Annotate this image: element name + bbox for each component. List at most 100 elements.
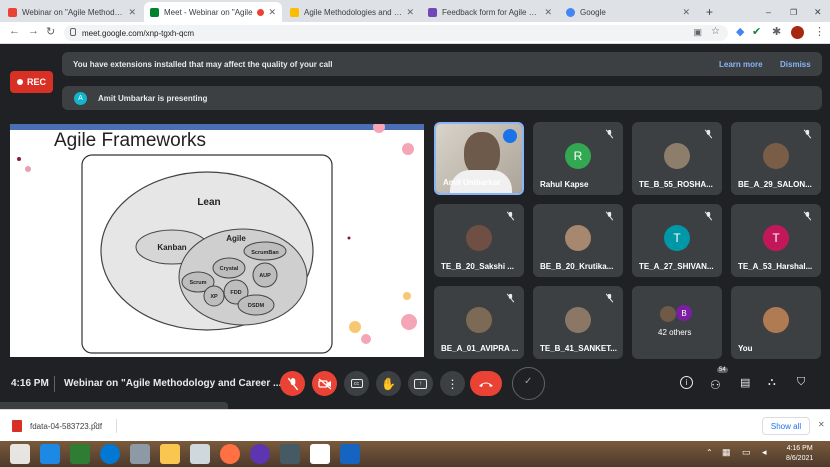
people-icon: ⚇: [710, 378, 721, 392]
mic-off-icon: [287, 377, 298, 390]
learn-more-link[interactable]: Learn more: [719, 60, 763, 69]
mic-off-icon: [803, 129, 812, 139]
close-icon[interactable]: ✕: [682, 7, 690, 18]
dsdm-label: DSDM: [248, 303, 265, 309]
scrum-label: Scrum: [189, 280, 206, 286]
people-button[interactable]: ⚇ 54: [710, 367, 728, 394]
close-icon[interactable]: ✕: [406, 7, 414, 18]
present-button[interactable]: ↑: [408, 371, 433, 396]
maximize-button[interactable]: ❐: [784, 2, 798, 22]
close-icon[interactable]: ✕: [818, 420, 825, 429]
puzzle-icon[interactable]: ✱: [772, 25, 781, 38]
star-icon[interactable]: ☆: [711, 26, 720, 37]
tab-drive[interactable]: Agile Methodologies and Care ✕: [284, 2, 420, 22]
start-icon[interactable]: [10, 444, 30, 464]
dismiss-button[interactable]: Dismiss: [780, 60, 811, 69]
eclipse-icon[interactable]: [250, 444, 270, 464]
host-controls-icon[interactable]: ⛉: [797, 376, 805, 389]
more-options-button[interactable]: ⋮: [440, 371, 465, 396]
participant-tile[interactable]: BE_A_01_AVIPRA ...: [434, 286, 524, 359]
mic-off-icon: [506, 293, 515, 303]
app-icon[interactable]: [280, 444, 300, 464]
reaction-button[interactable]: ✓: [512, 367, 545, 400]
url-field[interactable]: meet.google.com/xnp-tgxh-qcm ▣ ☆: [64, 25, 728, 41]
tab-title: Feedback form for Agile Meth: [442, 7, 541, 17]
participant-avatar: [763, 143, 789, 169]
recording-badge: REC: [10, 71, 53, 93]
volume-icon[interactable]: ◂: [762, 447, 767, 458]
drive-icon: [290, 7, 299, 17]
participant-avatar: [763, 307, 789, 333]
camera-toggle-button[interactable]: [312, 371, 337, 396]
close-icon[interactable]: ✕: [544, 7, 552, 18]
fdd-label: FDD: [230, 290, 241, 296]
mic-off-icon: [605, 293, 614, 303]
participant-tile[interactable]: BE_B_20_Krutika...: [533, 204, 623, 277]
more-vert-icon: ⋮: [446, 376, 459, 391]
internet-explorer-icon[interactable]: [40, 444, 60, 464]
participant-tile[interactable]: T TE_A_53_Harshal...: [731, 204, 821, 277]
participant-tile[interactable]: T TE_A_27_SHIVAN...: [632, 204, 722, 277]
participant-tile[interactable]: TE_B_55_ROSHA...: [632, 122, 722, 195]
chrome-icon[interactable]: [310, 444, 330, 464]
self-tile[interactable]: You: [731, 286, 821, 359]
captions-button[interactable]: cc: [344, 371, 369, 396]
tab-google[interactable]: Google ✕: [560, 2, 696, 22]
mic-off-icon: [605, 211, 614, 221]
system-clock[interactable]: 4:16 PM 8/6/2021: [786, 444, 813, 464]
word-icon[interactable]: [340, 444, 360, 464]
reload-icon[interactable]: ↻: [46, 25, 55, 38]
forward-icon[interactable]: →: [28, 25, 39, 37]
participant-tile[interactable]: TE_B_20_Sakshi ...: [434, 204, 524, 277]
minimize-button[interactable]: –: [760, 2, 774, 22]
presenter-avatar: A: [74, 92, 87, 105]
mic-toggle-button[interactable]: [280, 371, 305, 396]
participant-tile[interactable]: TE_B_41_SANKET...: [533, 286, 623, 359]
tab-forms[interactable]: Feedback form for Agile Meth ✕: [422, 2, 558, 22]
activities-icon[interactable]: ⛬: [768, 376, 776, 389]
menu-icon[interactable]: ⋮: [814, 25, 825, 38]
participant-tile[interactable]: R Rahul Kapse: [533, 122, 623, 195]
meeting-details-icon[interactable]: i: [680, 376, 693, 389]
meeting-time: 4:16 PM: [11, 378, 49, 389]
tab-webinar[interactable]: Webinar on "Agile Methodolo ✕: [2, 2, 142, 22]
chat-icon[interactable]: ▤: [740, 376, 750, 389]
snipping-tool-icon[interactable]: [190, 444, 210, 464]
leave-call-button[interactable]: [470, 371, 502, 396]
participant-name: TE_A_53_Harshal...: [738, 262, 813, 271]
camera-icon[interactable]: ▣: [693, 27, 702, 38]
profile-avatar[interactable]: [791, 26, 804, 39]
new-tab-button[interactable]: +: [700, 2, 716, 22]
participant-name: BE_B_20_Krutika...: [540, 262, 614, 271]
network-icon[interactable]: ▦: [722, 447, 731, 458]
crystal-label: Crystal: [220, 266, 239, 272]
participant-avatar: B: [676, 305, 692, 321]
edge-icon[interactable]: [100, 444, 120, 464]
tab-title: Meet - Webinar on "Agile: [164, 7, 253, 17]
check-extension-icon[interactable]: ✔: [752, 25, 761, 38]
tab-meet[interactable]: Meet - Webinar on "Agile ✕: [144, 2, 282, 22]
raise-hand-button[interactable]: ✋: [376, 371, 401, 396]
presentation-toolbar-strip: [0, 402, 228, 409]
participant-avatar: T: [664, 225, 690, 251]
close-icon[interactable]: ✕: [128, 7, 136, 18]
store-icon[interactable]: [70, 444, 90, 464]
window-close-button[interactable]: ✕: [808, 2, 822, 22]
participant-name: BE_A_29_SALON...: [738, 180, 812, 189]
chevron-up-icon[interactable]: ⌃: [92, 421, 99, 430]
participant-tile[interactable]: Amit Umbarkar: [434, 122, 524, 195]
firefox-icon[interactable]: [220, 444, 240, 464]
tray-chevron-icon[interactable]: ⌃: [706, 448, 713, 457]
extension-icon[interactable]: ◆: [736, 25, 744, 38]
back-icon[interactable]: ←: [9, 25, 20, 37]
virtualbox-icon[interactable]: [130, 444, 150, 464]
mic-off-icon: [605, 129, 614, 139]
windows-taskbar: ⌃ ▦ ▭ ◂ 4:16 PM 8/6/2021: [0, 441, 830, 467]
battery-icon[interactable]: ▭: [742, 447, 751, 458]
participant-tile[interactable]: BE_A_29_SALON...: [731, 122, 821, 195]
others-tile[interactable]: B 42 others: [632, 286, 722, 359]
close-icon[interactable]: ✕: [268, 7, 276, 18]
file-explorer-icon[interactable]: [160, 444, 180, 464]
show-all-button[interactable]: Show all: [762, 417, 810, 435]
participant-avatar: R: [565, 143, 591, 169]
